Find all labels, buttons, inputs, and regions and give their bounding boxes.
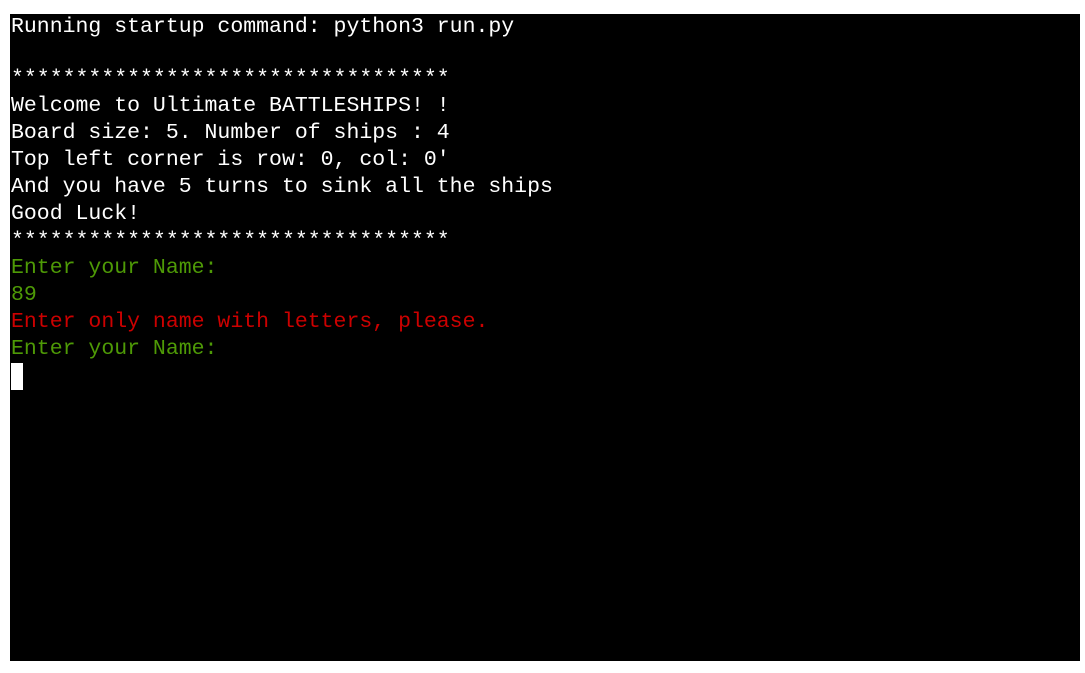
corner-info-line: Top left corner is row: 0, col: 0' [11,148,450,172]
turns-info-line: And you have 5 turns to sink all the shi… [11,175,553,199]
terminal-output: Running startup command: python3 run.py … [11,14,1080,390]
text-cursor[interactable] [11,363,23,390]
terminal-window[interactable]: Running startup command: python3 run.py … [10,14,1080,661]
startup-command-line: Running startup command: python3 run.py [11,15,515,39]
name-input-echo: 89 [11,283,37,307]
input-line[interactable] [11,363,1080,390]
banner-border-top: ********************************** [11,67,450,91]
board-info-line: Board size: 5. Number of ships : 4 [11,121,450,145]
name-prompt: Enter your Name: [11,256,218,280]
welcome-line: Welcome to Ultimate BATTLESHIPS! ! [11,94,450,118]
banner-border-bottom: ********************************** [11,229,450,253]
good-luck-line: Good Luck! [11,202,141,226]
validation-error: Enter only name with letters, please. [11,310,489,334]
name-prompt-repeat: Enter your Name: [11,337,218,361]
